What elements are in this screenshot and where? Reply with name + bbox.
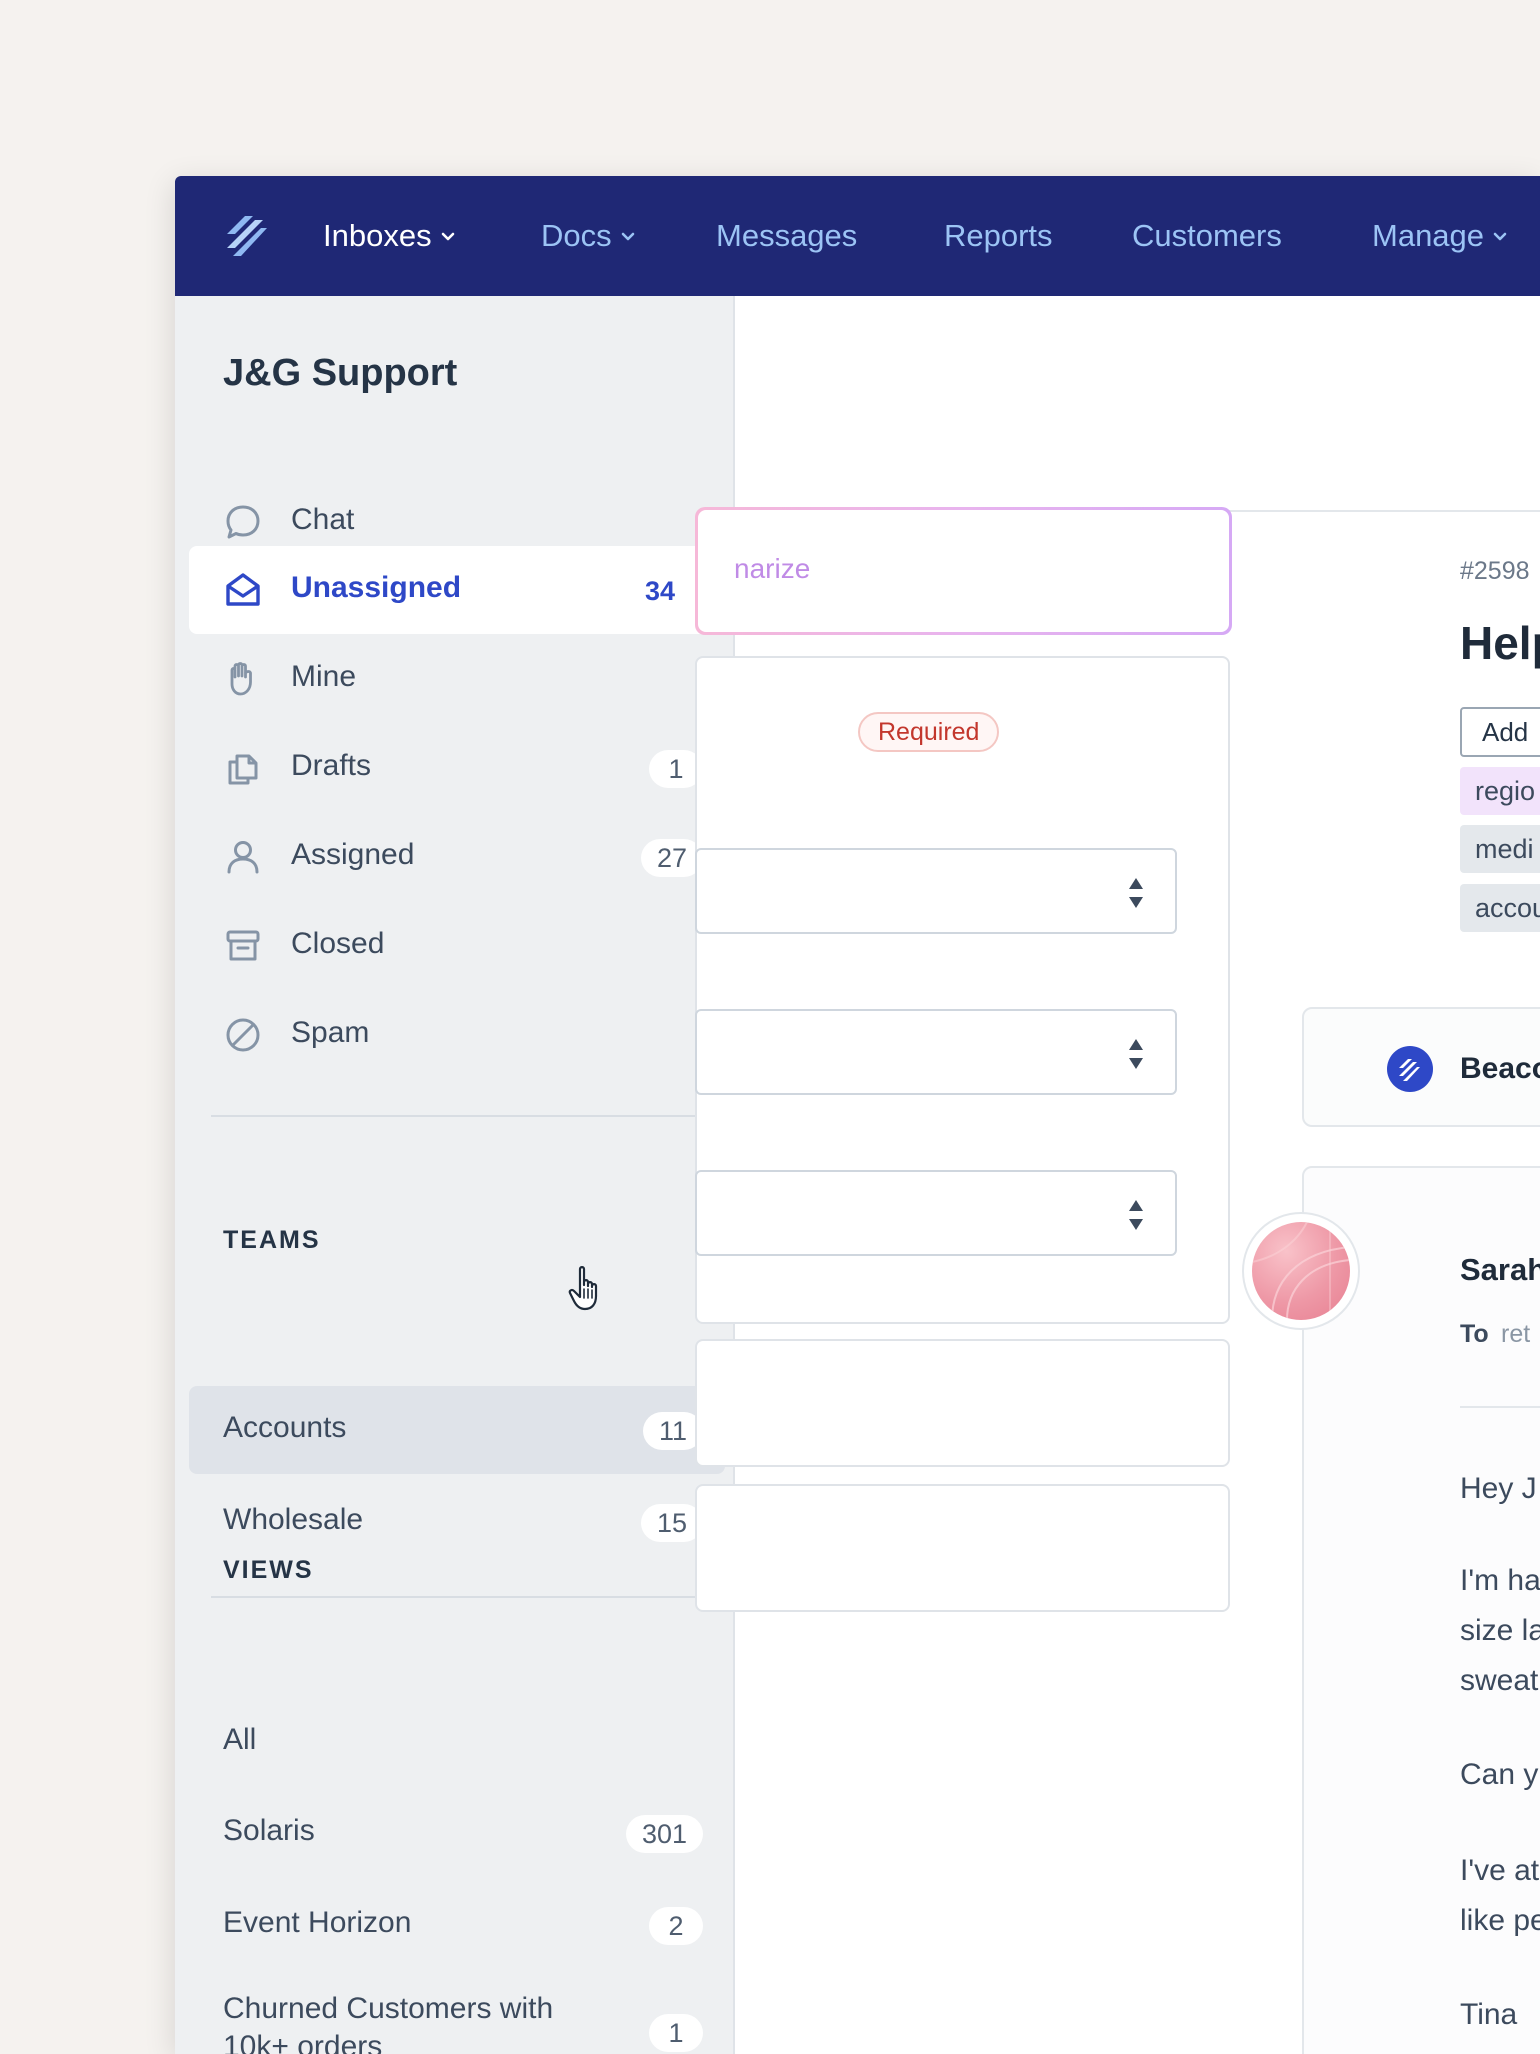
beacon-logo-icon — [1387, 1046, 1433, 1092]
select-arrows-icon — [1129, 878, 1143, 908]
drafts-icon — [228, 754, 258, 785]
mailbox-title: J&G Support — [223, 352, 458, 394]
archive-box-icon — [226, 930, 260, 961]
top-navigation-bar: Inboxes Docs Messages Reports Customers … — [175, 176, 1540, 296]
helpscout-logo-icon[interactable] — [223, 212, 271, 260]
beacon-label: Beaco — [1460, 1052, 1540, 1085]
view-label: All — [223, 1723, 257, 1756]
open-envelope-icon — [226, 573, 260, 606]
hand-icon — [230, 662, 252, 696]
message-body-line: I've at — [1460, 1854, 1540, 1887]
folder-label: Assigned — [291, 838, 415, 871]
avatar[interactable] — [1252, 1222, 1350, 1320]
view-label: Solaris — [223, 1814, 315, 1847]
sidebar-divider — [211, 1115, 705, 1117]
ticket-subject: Help — [1460, 617, 1540, 669]
message-body-line: Hey J — [1460, 1472, 1537, 1505]
ai-summarize-inner: narize — [698, 510, 1229, 632]
nav-messages[interactable]: Messages — [716, 216, 857, 256]
nav-manage-label: Manage — [1372, 218, 1485, 253]
folder-count-badge: 34 — [644, 576, 675, 606]
sidebar-divider — [211, 1596, 705, 1598]
nav-inboxes[interactable]: Inboxes — [323, 216, 458, 256]
message-body-line: Can y — [1460, 1758, 1539, 1791]
folder-spam[interactable]: Spam — [189, 991, 725, 1079]
no-entry-icon — [226, 1018, 260, 1052]
required-badge: Required — [858, 712, 1000, 752]
pointer-hand-cursor-icon — [568, 1266, 598, 1311]
folder-closed[interactable]: Closed — [189, 902, 725, 990]
view-churned-customers[interactable]: Churned Customers with 10k+ orders 1 — [189, 1978, 725, 2054]
chevron-down-icon — [1493, 232, 1507, 241]
ai-summarize-label: narize — [734, 553, 811, 584]
tag-chip[interactable]: regio — [1460, 767, 1540, 815]
sidebar-app-card — [695, 1484, 1230, 1612]
mailbox-sidebar: J&G Support Chat Unassigned 34 Mine Draf… — [175, 296, 735, 2054]
team-count-badge: 11 — [642, 1412, 703, 1450]
add-tag-button[interactable]: Add — [1460, 707, 1540, 757]
view-solaris[interactable]: Solaris 301 — [189, 1789, 725, 1877]
to-label: To — [1460, 1320, 1489, 1348]
team-wholesale[interactable]: Wholesale 15 — [189, 1478, 725, 1566]
chevron-down-icon — [441, 232, 454, 241]
to-address: ret — [1501, 1320, 1531, 1348]
message-body-line: I'm ha — [1460, 1564, 1540, 1597]
folder-label: Chat — [291, 503, 355, 536]
tag-chip[interactable]: accou — [1460, 884, 1540, 932]
teams-heading: TEAMS — [223, 1226, 321, 1254]
team-label: Accounts — [223, 1411, 347, 1444]
nav-docs[interactable]: Docs — [541, 216, 638, 256]
views-heading: VIEWS — [223, 1556, 314, 1584]
ticket-number: #2598 — [1460, 557, 1530, 585]
folder-label: Mine — [291, 660, 357, 693]
view-event-horizon[interactable]: Event Horizon 2 — [189, 1881, 725, 1969]
chat-bubble-icon — [226, 505, 260, 539]
view-count-badge: 301 — [625, 1815, 703, 1853]
sidebar-app-card — [695, 1339, 1230, 1467]
nav-customers[interactable]: Customers — [1132, 216, 1282, 256]
message-divider — [1460, 1406, 1540, 1408]
custom-field-select[interactable] — [695, 1009, 1177, 1095]
custom-field-select[interactable] — [695, 848, 1177, 934]
chevron-down-icon — [621, 232, 634, 241]
folder-label: Spam — [291, 1016, 370, 1049]
folder-label: Unassigned — [291, 571, 462, 604]
team-label: Wholesale — [223, 1503, 364, 1536]
select-arrows-icon — [1129, 1039, 1143, 1069]
person-icon — [227, 841, 259, 874]
ai-summarize-button[interactable]: narize — [695, 507, 1232, 635]
folder-count-badge: 27 — [640, 839, 703, 877]
folder-label: Closed — [291, 927, 385, 960]
team-count-badge: 15 — [640, 1504, 703, 1542]
avatar-pattern-icon — [1252, 1222, 1350, 1320]
message-body-line: like pe — [1460, 1904, 1540, 1937]
nav-inboxes-label: Inboxes — [323, 218, 432, 253]
message-body-line: sweat — [1460, 1664, 1539, 1697]
view-label: Churned Customers with 10k+ orders — [223, 1992, 554, 2054]
tag-chip[interactable]: medi — [1460, 825, 1540, 873]
select-arrows-icon — [1129, 1200, 1143, 1230]
view-label: Event Horizon — [223, 1906, 412, 1939]
view-all[interactable]: All — [189, 1698, 725, 1786]
folder-assigned[interactable]: Assigned 27 — [189, 813, 725, 901]
sender-name[interactable]: Sarah — [1460, 1252, 1540, 1288]
team-accounts[interactable]: Accounts 11 — [189, 1386, 725, 1474]
nav-manage[interactable]: Manage — [1372, 216, 1510, 256]
view-count-badge: 1 — [649, 2014, 703, 2052]
message-body-line: size la — [1460, 1614, 1540, 1647]
folder-mine[interactable]: Mine — [189, 635, 725, 723]
nav-reports[interactable]: Reports — [944, 216, 1053, 256]
app-window: Inboxes Docs Messages Reports Customers … — [175, 176, 1540, 2054]
view-count-badge: 2 — [649, 1907, 703, 1945]
custom-field-select[interactable] — [695, 1170, 1177, 1256]
folder-label: Drafts — [291, 749, 372, 782]
folder-drafts[interactable]: Drafts 1 — [189, 724, 725, 812]
nav-docs-label: Docs — [541, 218, 612, 253]
folder-unassigned[interactable]: Unassigned 34 — [189, 546, 725, 634]
message-body-line: Tina — [1460, 1998, 1518, 2031]
